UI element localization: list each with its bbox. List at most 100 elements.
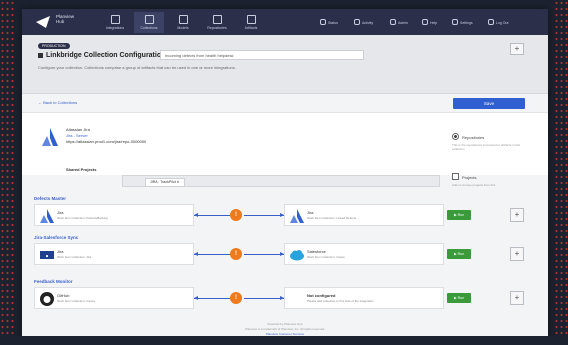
description-input[interactable]: Incoming defects from health helpdesk: [160, 50, 364, 60]
top-nav: Planview Hub Integrations Collections Mo…: [22, 9, 548, 35]
salesforce-cloud-icon: [290, 250, 304, 261]
integration-section: Feedback Monitor GitHub Work Item Collec…: [22, 279, 548, 319]
back-row: ← Back to Collections Save: [22, 94, 548, 113]
page-title-text: Linkbridge Collection Configuration: [46, 52, 166, 59]
integration-section: Jira-Salesforce Sync ● Jira Work Item Co…: [22, 235, 548, 275]
repositories-icon: [212, 15, 222, 24]
run-button[interactable]: ▶ Run: [447, 249, 471, 259]
bottom-strip: [0, 336, 568, 345]
projects-option-desc: Add or remove projects from this: [452, 183, 496, 187]
header-add-button[interactable]: +: [510, 43, 524, 55]
page-title: Linkbridge Collection Configuration: [38, 52, 165, 59]
collections-icon: [144, 15, 154, 24]
help-icon: [422, 19, 428, 25]
more-button[interactable]: +: [510, 208, 524, 222]
nav-right-label: Settings: [460, 21, 473, 25]
right-collection-card[interactable]: Not configured Please add collection to …: [284, 287, 444, 309]
connector-line: [194, 298, 234, 299]
status-icon: [320, 19, 326, 25]
nav-status[interactable]: Status: [320, 19, 338, 25]
app-window: Planview Hub Integrations Collections Mo…: [22, 9, 548, 345]
repository-details: Atlassian Jira Jira - Server https://atl…: [66, 127, 146, 145]
left-decorative-dots: [0, 0, 14, 345]
run-button[interactable]: ▶ Run: [447, 293, 471, 303]
collection-desc: Work Item Collection: Linked Defects: [307, 216, 357, 220]
nav-tab-artifacts[interactable]: Artifacts: [236, 12, 266, 33]
projects-option-label: Projects: [462, 175, 477, 180]
nav-tab-label: Repositories: [207, 26, 227, 30]
right-collection-card[interactable]: Salesforce Work Item Collection: Cases: [284, 243, 444, 265]
nav-tab-label: Models: [177, 26, 189, 30]
save-button[interactable]: Save: [453, 98, 525, 109]
connector-line: [244, 298, 284, 299]
warning-badge-icon[interactable]: !: [230, 292, 242, 304]
left-collection-card[interactable]: ● Jira Work Item Collection: Jira: [34, 243, 194, 265]
more-button[interactable]: +: [510, 247, 524, 261]
repositories-option-label: Repositories: [462, 135, 485, 140]
github-logo-icon: [40, 292, 54, 306]
warning-badge-icon[interactable]: !: [230, 209, 242, 221]
models-icon: [178, 15, 188, 24]
selected-project-chip[interactable]: JIRA : TrackPilot ✕: [145, 178, 185, 187]
repository-info-panel: Atlassian Jira Jira - Server https://atl…: [22, 113, 548, 187]
section-title[interactable]: Jira-Salesforce Sync: [34, 235, 78, 240]
repositories-option[interactable]: Repositories This is the repositories co…: [452, 133, 524, 151]
admin-icon: [390, 19, 396, 25]
collection-desc: Work Item Collection: Cases: [307, 255, 345, 259]
run-button[interactable]: ▶ Run: [447, 210, 471, 220]
collection-name: Jira: [57, 249, 64, 254]
left-collection-card[interactable]: GitHub Work Item Collection: Issues: [34, 287, 194, 309]
page-header: PRODUCTION Linkbridge Collection Configu…: [22, 35, 548, 94]
more-button[interactable]: +: [510, 291, 524, 305]
section-title[interactable]: Defects Master: [34, 196, 66, 201]
nav-right-label: Help: [430, 21, 438, 25]
nav-tab-label: Integrations: [105, 26, 125, 30]
environment-badge: PRODUCTION: [38, 43, 70, 49]
app-name: Planview Hub: [56, 14, 74, 24]
checkbox-icon: [452, 173, 459, 180]
nav-tab-label: Artifacts: [244, 26, 258, 30]
right-collection-card[interactable]: Jira Work Item Collection: Linked Defect…: [284, 204, 444, 226]
nav-activity[interactable]: Activity: [354, 19, 373, 25]
nav-tab-models[interactable]: Models: [168, 12, 198, 33]
nav-help[interactable]: Help: [422, 19, 437, 25]
nav-logout[interactable]: Log Out: [488, 19, 508, 25]
nav-tab-repositories[interactable]: Repositories: [202, 12, 232, 33]
nav-tab-collections[interactable]: Collections: [134, 12, 164, 33]
user-icon: [488, 19, 494, 25]
activity-icon: [354, 19, 360, 25]
nav-right-label: Log Out: [496, 21, 509, 25]
collection-name: Jira: [57, 210, 64, 215]
atlassian-logo-icon: [40, 209, 54, 223]
collection-desc: Work Item Collection: Defects/Backlog: [57, 216, 108, 220]
right-decorative-dots: [554, 0, 568, 345]
collection-name: GitHub: [57, 293, 70, 298]
repositories-option-desc: This is the repositories connected to ar…: [452, 143, 521, 151]
warning-badge-icon[interactable]: !: [230, 248, 242, 260]
collection-name: Salesforce: [307, 249, 326, 254]
back-to-collections-link[interactable]: ← Back to Collections: [38, 100, 77, 105]
svg-text:●: ●: [45, 254, 48, 260]
artifacts-icon: [246, 15, 256, 24]
collection-desc: Please add collection to this side of th…: [307, 299, 374, 303]
arrow-left-icon: [194, 252, 198, 256]
nav-settings[interactable]: Settings: [452, 19, 473, 25]
nav-admin[interactable]: Admin: [390, 19, 408, 25]
section-title[interactable]: Feedback Monitor: [34, 279, 73, 284]
settings-icon: [452, 19, 458, 25]
projects-option[interactable]: Projects Add or remove projects from thi…: [452, 173, 495, 187]
connector-line: [194, 254, 234, 255]
repository-url: https://atlassian.prod1.com/jira/repo-00…: [66, 139, 147, 144]
collection-name: Jira: [307, 210, 314, 215]
atlassian-logo-icon: [42, 128, 58, 146]
shared-projects-select[interactable]: JIRA : TrackPilot ✕: [122, 175, 440, 187]
collection-name: Not configured: [307, 293, 336, 298]
left-collection-card[interactable]: Jira Work Item Collection: Defects/Backl…: [34, 204, 194, 226]
connector-line: [194, 215, 234, 216]
nav-right-label: Status: [328, 21, 338, 25]
logo-icon: [36, 16, 50, 28]
connector-line: [244, 254, 284, 255]
nav-tab-integrations[interactable]: Integrations: [100, 12, 130, 33]
nav-right-label: Activity: [362, 21, 374, 25]
integrations-icon: [110, 15, 120, 24]
